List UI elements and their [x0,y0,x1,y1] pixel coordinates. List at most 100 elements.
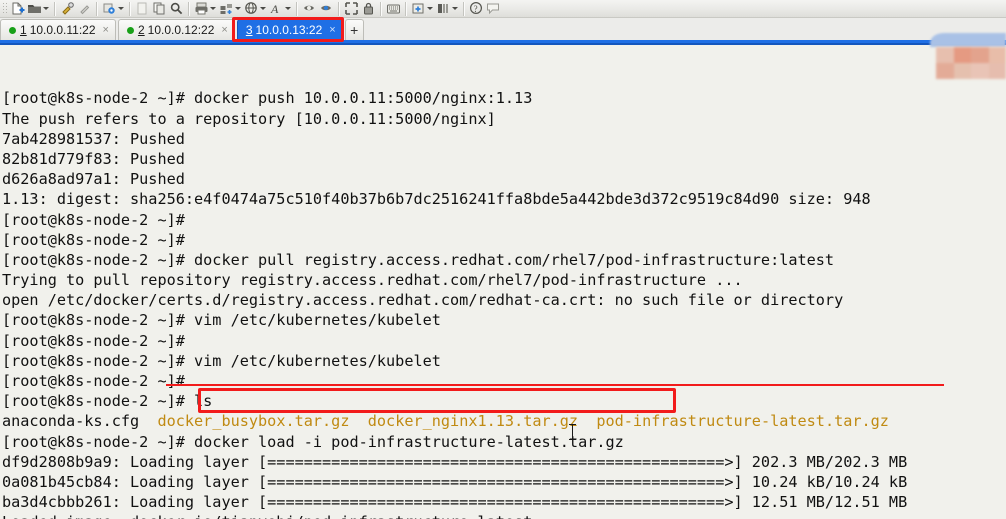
log-session-icon [219,1,234,16]
copy-icon [152,1,167,16]
terminal-line: [root@k8s-node-2 ~]# vim /etc/kubernetes… [2,311,441,330]
toolbar-separator [405,1,407,16]
fullscreen-button[interactable] [343,1,360,17]
comment-icon [486,1,501,16]
tab-index-label: 3 [245,23,253,37]
new-session-icon [10,1,25,16]
new-session-button[interactable] [9,1,26,17]
toolbar-separator [380,1,382,16]
terminal-line: 82b81d779f83: Pushed [2,149,185,168]
comment-button[interactable] [485,1,502,17]
close-icon[interactable]: × [221,24,227,36]
terminal-line: 7ab428981537: Pushed [2,129,185,148]
chevron-down-icon[interactable] [209,1,217,16]
terminal-line: [root@k8s-node-2 ~]# [2,372,185,391]
terminal-line: [root@k8s-node-2 ~]# [2,210,185,229]
add-tab-icon [411,1,426,16]
disconnect-icon [77,1,92,16]
tile-icon [436,1,451,16]
chevron-down-icon[interactable] [284,1,292,16]
terminal-line: Trying to pull repository registry.acces… [2,271,743,290]
lock-button[interactable] [360,1,377,17]
svg-text:?: ? [474,4,478,14]
open-folder-button[interactable] [26,1,51,17]
chevron-down-icon[interactable] [426,1,434,16]
keymap-icon [386,1,401,16]
terminal-line: Loaded image: docker.io/tianyebj/pod-inf… [2,512,1006,519]
paste-icon [135,1,150,16]
connected-status-icon [9,26,16,34]
help-icon: ? [469,1,484,16]
terminal-line: [root@k8s-node-2 ~]# docker push 10.0.0.… [2,89,533,108]
terminal-line: [root@k8s-node-2 ~]# [2,230,185,249]
chevron-down-icon[interactable] [42,1,50,16]
tab-strip: 1 10.0.0.11:22 × 2 10.0.0.12:22 × 3 10.0.0.13:2… [0,18,1006,40]
terminal-line-progress: 0a081b45cb84: Loading layer [===========… [2,472,908,491]
ls-plain-file: anaconda-ks.cfg [2,412,158,431]
globe-button[interactable] [243,1,268,17]
terminal-line: [root@k8s-node-2 ~]# ls [2,392,213,411]
ls-archive-file: docker_busybox.tar.gz [157,412,368,431]
paste-button[interactable] [134,1,151,17]
tab-title-label: 10.0.0.13:22 [255,23,323,37]
terminal-output[interactable]: [root@k8s-node-2 ~]# docker push 10.0.0.… [0,45,1006,519]
close-icon[interactable]: × [103,24,109,36]
tab-title-label: 10.0.0.12:22 [147,23,215,37]
connected-status-icon [126,26,134,34]
tab-10.0.0.12:22[interactable]: 2 10.0.0.12:22 × [117,19,235,40]
toolbar-separator [338,1,340,16]
tab-title-label: 10.0.0.11:22 [29,23,96,37]
toolbar-separator [188,1,190,16]
quick-connect-button[interactable] [59,1,76,17]
ls-archive-file: pod-infrastructure-latest.tar.gz [596,412,889,431]
chevron-down-icon[interactable] [451,1,459,16]
tab-index-label: 2 [137,23,145,37]
quick-connect-icon [60,1,75,16]
log-session-button[interactable] [218,1,243,17]
ls-archive-file: docker_nginx1.13.tar.gz [367,412,597,431]
print-icon [194,1,209,16]
view-alt-button[interactable] [318,1,335,17]
find-icon [169,1,184,16]
terminal-line: [root@k8s-node-2 ~]# vim /etc/kubernetes… [2,351,441,370]
session-options-icon [102,1,117,16]
terminal-line-progress: df9d2808b9a9: Loading layer [===========… [2,452,908,471]
svg-text:A: A [270,2,279,16]
view-button[interactable] [301,1,318,17]
print-button[interactable] [193,1,218,17]
tab-index-label: 1 [20,23,27,37]
session-options-button[interactable] [101,1,126,17]
add-tab-button[interactable] [410,1,435,17]
tab-10.0.0.13:22[interactable]: 3 10.0.0.13:22 × [236,19,343,40]
chevron-down-icon[interactable] [259,1,267,16]
toolbar-separator [296,1,298,16]
font-button[interactable]: A [268,1,293,17]
terminal-line-progress: ba3d4cbbb261: Loading layer [===========… [2,493,908,512]
chevron-down-icon[interactable] [117,1,125,16]
toolbar-separator [96,1,98,16]
shell-prompt: [root@k8s-node-2 ~]# [2,432,195,451]
terminal-line: open /etc/docker/certs.d/registry.access… [2,291,844,310]
toolbar-drag-handle[interactable] [2,2,7,15]
find-button[interactable] [168,1,185,17]
terminal-line: d626a8ad97a1: Pushed [2,170,185,189]
tab-10.0.0.11:22[interactable]: 1 10.0.0.11:22 × [0,19,116,40]
terminal-line: 1.13: digest: sha256:e4f0474a75c510f40b3… [2,190,871,209]
toolbar-separator [463,1,465,16]
chevron-down-icon[interactable] [234,1,242,16]
view-alt-icon [319,1,334,16]
tile-button[interactable] [435,1,460,17]
keymap-button[interactable] [385,1,402,17]
toolbar-separator [54,1,56,16]
help-button[interactable]: ? [468,1,485,17]
lock-icon [361,1,376,16]
disconnect-button[interactable] [76,1,93,17]
close-icon[interactable]: × [329,24,335,36]
fullscreen-icon [344,1,359,16]
terminal-line-docker-load: [root@k8s-node-2 ~]# docker load -i pod-… [2,432,1006,452]
terminal-line: The push refers to a repository [10.0.0.… [2,109,496,128]
new-tab-button[interactable]: + [344,19,364,40]
toolbar-separator [129,1,131,16]
copy-button[interactable] [151,1,168,17]
shell-command: docker load -i pod-infrastructure-latest… [194,432,624,451]
